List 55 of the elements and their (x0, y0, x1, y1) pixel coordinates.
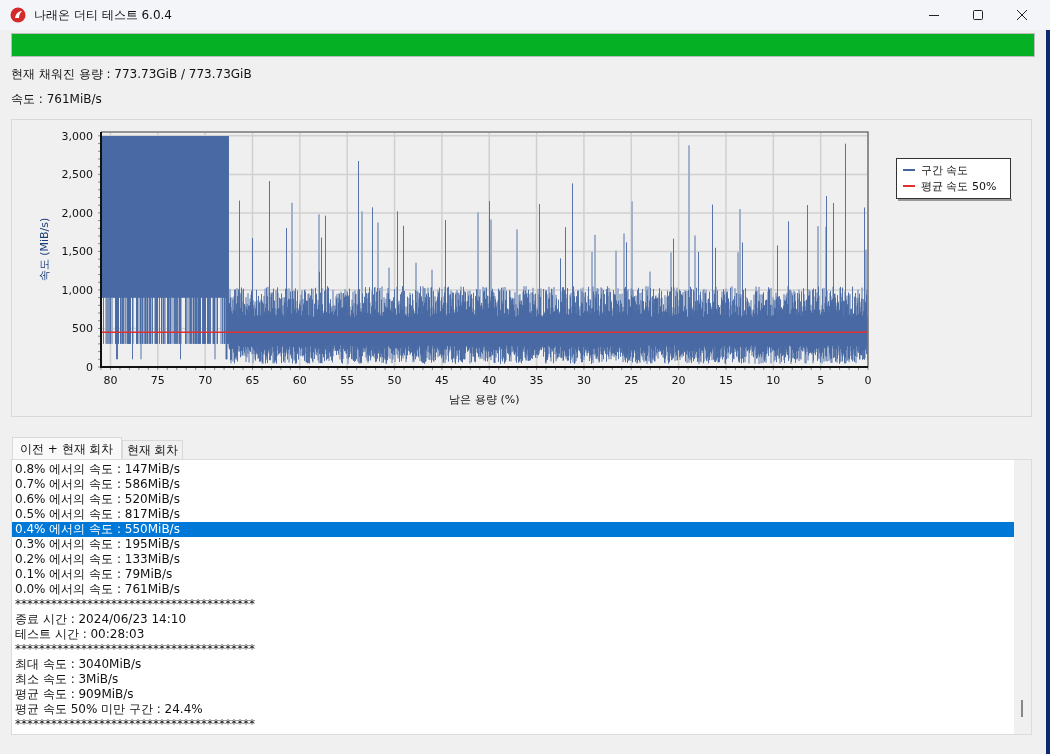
scrollbar[interactable] (1014, 460, 1031, 734)
log-line[interactable]: 0.8% 에서의 속도 : 147MiB/s (12, 462, 1014, 477)
log-line[interactable]: 최소 속도 : 3MiB/s (12, 672, 1014, 687)
legend-label: 구간 속도 (921, 164, 969, 177)
y-tick-label: 500 (72, 322, 93, 336)
legend-label: 평균 속도 50% (921, 180, 997, 193)
maximize-icon[interactable] (972, 9, 984, 21)
x-tick-label: 75 (150, 374, 165, 387)
app-logo-icon (10, 7, 26, 23)
y-tick-label: 1,000 (61, 283, 93, 297)
log-line[interactable]: 최대 속도 : 3040MiB/s (12, 657, 1014, 672)
y-tick-label: 1,500 (61, 245, 93, 259)
log-line[interactable]: 종료 시간 : 2024/06/23 14:10 (12, 612, 1014, 627)
x-tick-label: 10 (766, 374, 781, 387)
log-line[interactable]: 0.5% 에서의 속도 : 817MiB/s (12, 507, 1014, 522)
y-tick-label: 2,000 (61, 206, 93, 220)
x-tick-label: 60 (292, 374, 307, 387)
log-line[interactable]: 테스트 시간 : 00:28:03 (12, 627, 1014, 642)
log-line[interactable]: **************************************** (12, 597, 1014, 612)
y-tick-label: 0 (86, 361, 93, 374)
x-tick-label: 65 (245, 374, 260, 387)
y-tick-label: 3,000 (61, 129, 93, 143)
log-line[interactable]: 평균 속도 : 909MiB/s (12, 687, 1014, 702)
x-tick-label: 45 (434, 374, 449, 387)
log-line[interactable]: 0.3% 에서의 속도 : 195MiB/s (12, 537, 1014, 552)
x-tick-label: 15 (718, 374, 733, 387)
log-line[interactable]: **************************************** (12, 642, 1014, 657)
x-tick-label: 70 (198, 374, 213, 387)
capacity-label: 현재 채워진 용량 : 773.73GiB / 773.73GiB (11, 66, 253, 82)
x-tick-label: 25 (624, 374, 639, 387)
tab[interactable]: 이전 + 현재 회차 (12, 437, 122, 459)
tab[interactable]: 현재 회차 (121, 440, 184, 459)
x-axis-title: 남은 용량 (%) (449, 393, 520, 406)
log-line[interactable]: 0.0% 에서의 속도 : 761MiB/s (12, 582, 1014, 597)
x-tick-label: 5 (817, 374, 825, 387)
scrollbar-thumb[interactable] (1021, 700, 1023, 717)
log-line[interactable]: 0.6% 에서의 속도 : 520MiB/s (12, 492, 1014, 507)
x-tick-label: 20 (671, 374, 686, 387)
x-tick-label: 40 (482, 374, 497, 387)
x-tick-label: 35 (529, 374, 544, 387)
y-axis-title: 속도 (MiB/s) (38, 217, 51, 282)
window-title: 나래온 더티 테스트 6.0.4 (34, 6, 172, 24)
x-tick-label: 0 (864, 374, 872, 387)
x-tick-label: 80 (103, 374, 118, 387)
x-tick-label: 50 (387, 374, 402, 387)
y-tick-label: 2,500 (61, 168, 93, 182)
log-line[interactable]: 0.2% 에서의 속도 : 133MiB/s (12, 552, 1014, 567)
speed-label: 속도 : 761MiB/s (11, 91, 103, 107)
log-line[interactable]: 0.7% 에서의 속도 : 586MiB/s (12, 477, 1014, 492)
log-line[interactable]: 평균 속도 50% 미만 구간 : 24.4% (12, 702, 1014, 717)
x-tick-label: 30 (576, 374, 591, 387)
x-tick-label: 55 (340, 374, 355, 387)
close-icon[interactable] (1016, 9, 1028, 21)
log-line[interactable]: **************************************** (12, 717, 1014, 732)
log-line[interactable]: 0.1% 에서의 속도 : 79MiB/s (12, 567, 1014, 582)
